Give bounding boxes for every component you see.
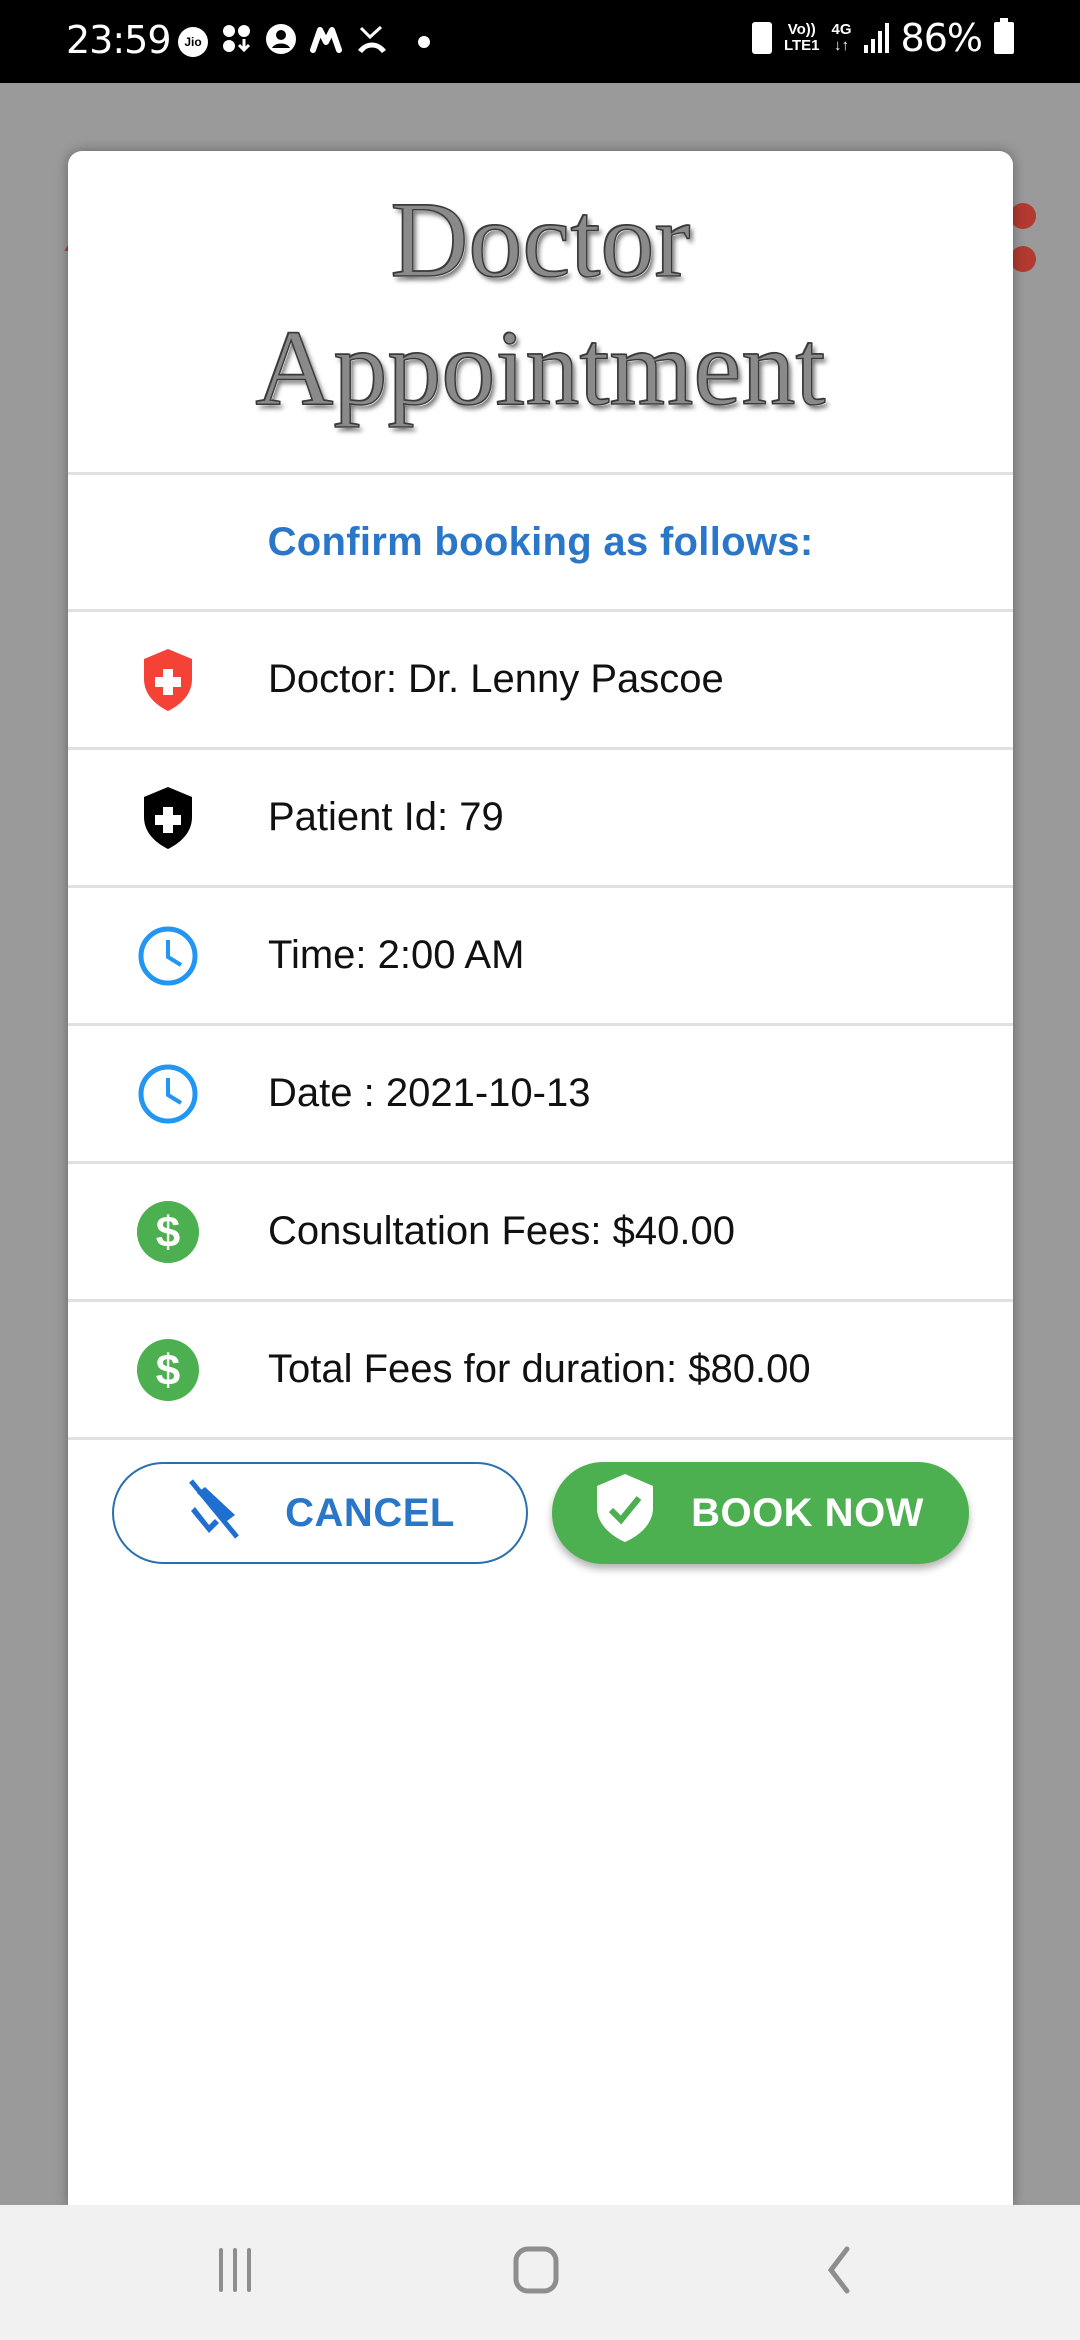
clock-icon [68, 925, 268, 987]
home-button[interactable] [456, 2205, 616, 2340]
dialog-actions: CANCEL BOOK NOW [68, 1462, 1013, 1564]
status-time: 23:59 [66, 18, 172, 62]
notification-icons: Jio [178, 24, 430, 59]
back-button[interactable] [758, 2205, 918, 2340]
account-icon [266, 24, 296, 59]
volte-indicator: Vo)) LTE1 [783, 21, 820, 54]
battery-icon [994, 18, 1014, 54]
dialog-subtitle: Confirm booking as follows: [267, 519, 814, 564]
svg-text:$: $ [156, 1346, 180, 1395]
system-nav-bar [0, 2205, 1080, 2340]
consultation-fees: Consultation Fees: $40.00 [268, 1209, 735, 1253]
share-icon-node [1010, 246, 1036, 272]
doctor-name: Doctor: Dr. Lenny Pascoe [268, 657, 724, 701]
signal-strength-icon [863, 23, 889, 53]
dialog-subtitle-row: Confirm booking as follows: [68, 475, 1013, 612]
dollar-circle-icon: $ [68, 1200, 268, 1264]
verified-shield-icon [597, 1474, 654, 1552]
info-row-doctor: Doctor: Dr. Lenny Pascoe [68, 612, 1013, 750]
book-now-button-label: BOOK NOW [691, 1490, 924, 1535]
shield-plus-icon [68, 786, 268, 849]
app-download-icon [222, 24, 252, 59]
battery-percent: 86% [900, 16, 983, 60]
battery-saver-icon [751, 22, 772, 54]
status-bar: 23:59 Jio Vo)) LTE1 4G ↓↑ 86% [0, 0, 1080, 83]
m-app-icon [310, 24, 342, 59]
home-icon [512, 2246, 560, 2299]
info-row-total-fees: $ Total Fees for duration: $80.00 [68, 1302, 1013, 1440]
total-fees: Total Fees for duration: $80.00 [268, 1347, 811, 1391]
shield-plus-icon [68, 648, 268, 711]
booking-confirmation-dialog: Doctor Appointment Confirm booking as fo… [68, 151, 1013, 2206]
dialog-title-line1: Doctor [390, 180, 691, 301]
svg-text:$: $ [156, 1208, 180, 1257]
network-type-indicator: 4G ↓↑ [831, 21, 852, 54]
back-icon [823, 2246, 853, 2299]
appointment-time: Time: 2:00 AM [268, 933, 525, 977]
jio-icon: Jio [178, 26, 208, 57]
cancel-button-label: CANCEL [285, 1490, 455, 1535]
clock-icon [68, 1063, 268, 1125]
layers-clear-icon [185, 1477, 247, 1549]
patient-id: Patient Id: 79 [268, 795, 504, 839]
dollar-circle-icon: $ [68, 1338, 268, 1402]
more-notifications-dot-icon [418, 35, 430, 48]
share-icon [1010, 203, 1036, 229]
cancel-button[interactable]: CANCEL [112, 1462, 528, 1564]
dialog-header: Doctor Appointment [68, 151, 1013, 475]
info-row-time: Time: 2:00 AM [68, 888, 1013, 1026]
info-row-consultation-fees: $ Consultation Fees: $40.00 [68, 1164, 1013, 1302]
system-status-icons: Vo)) LTE1 4G ↓↑ 86% [751, 16, 1014, 60]
missed-call-icon [356, 24, 388, 59]
appointment-date: Date : 2021-10-13 [268, 1071, 591, 1115]
dialog-title-line2: Appointment [255, 308, 826, 429]
book-now-button[interactable]: BOOK NOW [552, 1462, 969, 1564]
recent-apps-button[interactable] [155, 2205, 315, 2340]
recent-apps-icon [215, 2248, 255, 2297]
info-row-date: Date : 2021-10-13 [68, 1026, 1013, 1164]
info-row-patient: Patient Id: 79 [68, 750, 1013, 888]
